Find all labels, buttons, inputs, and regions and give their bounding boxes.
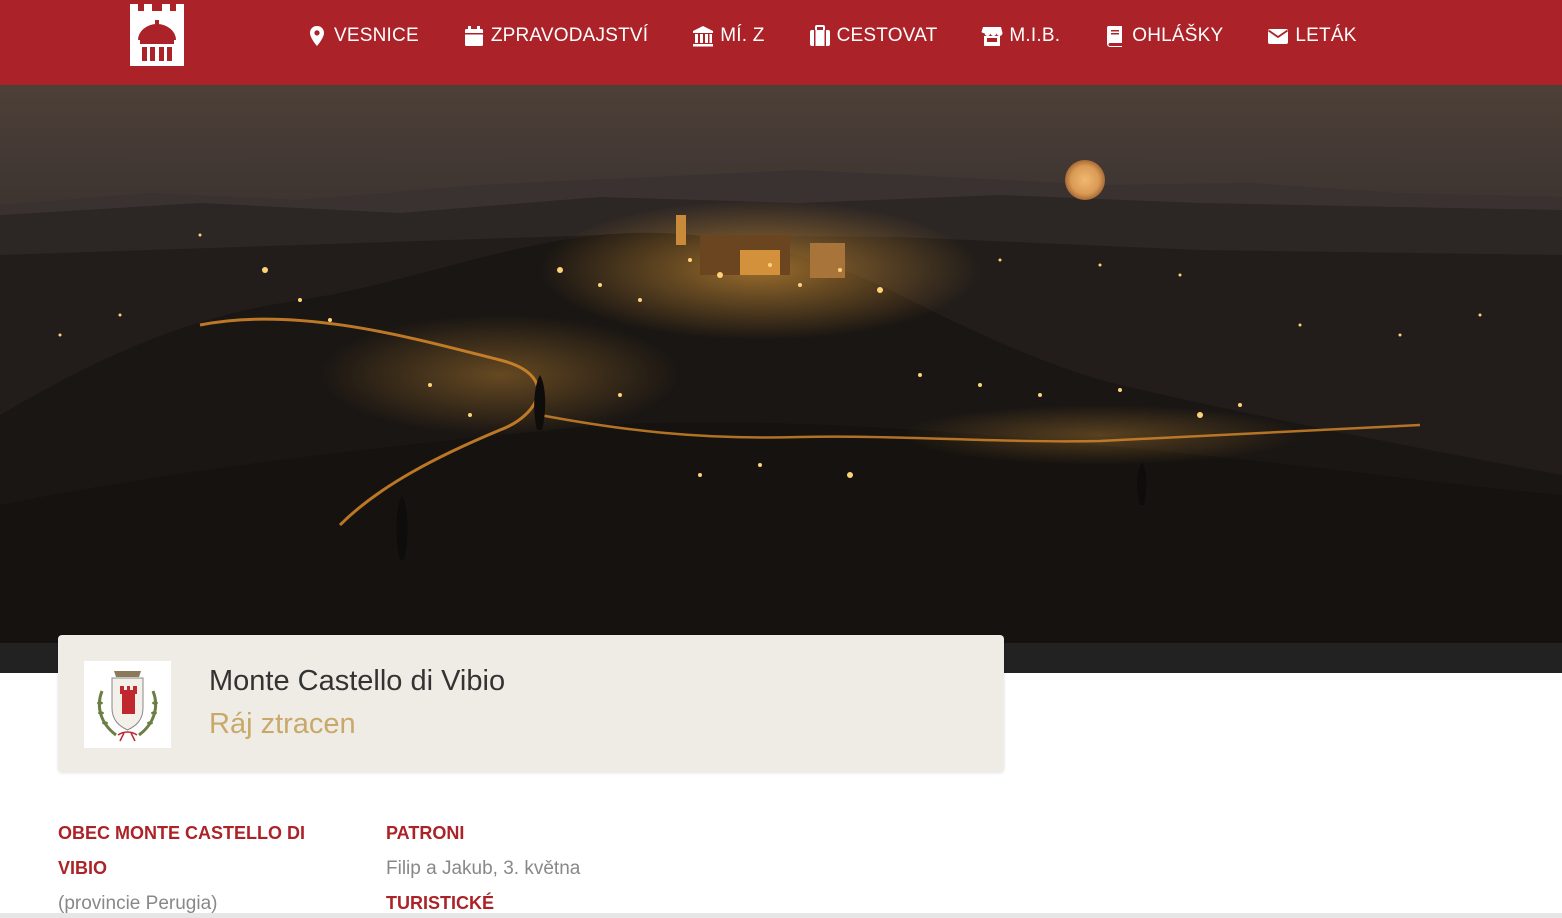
nav-item-mib[interactable]: M.I.B. (981, 25, 1060, 47)
nav-item-ohlasky[interactable]: OHLÁŠKY (1104, 25, 1223, 47)
town-name: Monte Castello di Vibio (209, 665, 506, 697)
patrons-heading: PATRONI (386, 823, 465, 843)
nav-label: MÍ. Z (720, 25, 765, 46)
nav-item-cestovat[interactable]: CESTOVAT (809, 25, 938, 47)
top-navigation-bar: VESNICE ZPRAVODAJSTVÍ MÍ. Z CESTOVAT M.I… (0, 0, 1562, 85)
nav-item-zpravodajstvi[interactable]: ZPRAVODAJSTVÍ (463, 25, 648, 47)
envelope-icon (1267, 25, 1289, 47)
patrons-info: PATRONI Filip a Jakub, 3. května TURISTI… (386, 816, 706, 918)
municipality-info: OBEC MONTE CASTELLO DI VIBIO (provincie … (58, 816, 338, 918)
municipality-heading: OBEC MONTE CASTELLO DI VIBIO (58, 823, 305, 878)
nav-label: OHLÁŠKY (1132, 25, 1224, 46)
castle-logo-icon[interactable] (128, 0, 186, 66)
shop-icon (981, 25, 1003, 47)
nav-label: ZPRAVODAJSTVÍ (490, 25, 649, 46)
nav-label: LETÁK (1295, 25, 1357, 46)
town-motto: Ráj ztracen (209, 708, 356, 740)
nav-item-letak[interactable]: LETÁK (1267, 25, 1356, 47)
patrons-text: Filip a Jakub, 3. května (386, 858, 581, 879)
page-bottom-divider (0, 913, 1562, 918)
title-card: Monte Castello di Vibio Ráj ztracen (58, 635, 1004, 772)
hero-image (0, 85, 1562, 643)
museum-icon (692, 25, 714, 47)
coat-of-arms-icon (84, 661, 171, 748)
map-marker-icon (306, 25, 328, 47)
book-icon (1104, 25, 1126, 47)
suitcase-icon (809, 25, 831, 47)
nav-label: M.I.B. (1009, 25, 1061, 46)
nav-item-vesnice[interactable]: VESNICE (306, 25, 419, 47)
calendar-icon (463, 25, 485, 47)
nav-item-miz[interactable]: MÍ. Z (692, 25, 764, 47)
nav-label: CESTOVAT (836, 25, 938, 46)
main-nav: VESNICE ZPRAVODAJSTVÍ MÍ. Z CESTOVAT M.I… (306, 0, 1357, 72)
nav-label: VESNICE (334, 25, 419, 46)
